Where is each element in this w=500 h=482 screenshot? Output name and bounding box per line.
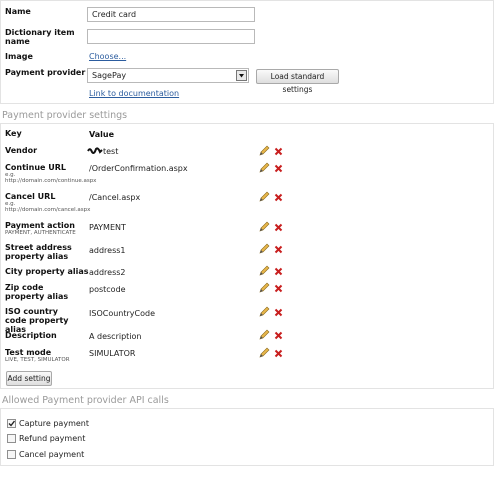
- setting-value: SIMULATOR: [89, 349, 136, 358]
- setting-key: Street address property alias: [5, 243, 72, 261]
- settings-panel: Key Value Vendor test Continue URL e.g. h…: [0, 123, 494, 389]
- setting-key: Zip code property alias: [5, 283, 69, 301]
- pencil-icon[interactable]: [259, 243, 270, 254]
- setting-value: /Cancel.aspx: [89, 193, 141, 202]
- setting-key: Vendor: [5, 146, 38, 155]
- setting-value: A description: [89, 332, 142, 341]
- setting-value: PAYMENT: [89, 223, 126, 232]
- cancel-payment-checkbox[interactable]: [7, 450, 16, 459]
- pencil-icon[interactable]: [259, 191, 270, 202]
- delete-icon[interactable]: [274, 147, 283, 156]
- pencil-icon[interactable]: [259, 282, 270, 293]
- pencil-icon[interactable]: [259, 221, 270, 232]
- setting-value: postcode: [89, 285, 126, 294]
- delete-icon[interactable]: [274, 164, 283, 173]
- capture-payment-label: Capture payment: [19, 419, 89, 428]
- value-header: Value: [89, 130, 115, 139]
- setting-key: Description: [5, 331, 57, 340]
- setting-value: /OrderConfirmation.aspx: [89, 164, 188, 173]
- dictionary-item-name-input[interactable]: [87, 29, 255, 44]
- setting-key: Test mode: [5, 348, 52, 357]
- name-label: Name: [5, 7, 31, 16]
- setting-value: address1: [89, 246, 126, 255]
- delete-icon[interactable]: [274, 308, 283, 317]
- pencil-icon[interactable]: [259, 306, 270, 317]
- general-panel: Name Credit card Dictionary item name Im…: [0, 0, 494, 104]
- payment-provider-label: Payment provider: [5, 68, 86, 77]
- setting-hint: LIVE, TEST, SIMULATOR: [5, 357, 70, 363]
- image-label: Image: [5, 52, 33, 61]
- setting-key: ISO country code property alias: [5, 307, 69, 334]
- payment-provider-select[interactable]: SagePay: [87, 68, 249, 83]
- pencil-icon[interactable]: [259, 347, 270, 358]
- name-input[interactable]: Credit card: [87, 7, 255, 22]
- refund-payment-label: Refund payment: [19, 434, 86, 443]
- setting-key: City property alias: [5, 267, 89, 276]
- payment-provider-settings-title: Payment provider settings: [2, 110, 128, 121]
- setting-value: ISOCountryCode: [89, 309, 155, 318]
- setting-hint: e.g. http://domain.com/continue.aspx: [5, 172, 97, 184]
- documentation-link[interactable]: Link to documentation: [89, 89, 179, 98]
- choose-image-link[interactable]: Choose...: [89, 52, 126, 61]
- key-header: Key: [5, 129, 22, 138]
- delete-icon[interactable]: [274, 349, 283, 358]
- delete-icon[interactable]: [274, 267, 283, 276]
- dictionary-item-name-label: Dictionary item name: [5, 28, 75, 46]
- scribble-mark: [87, 147, 103, 157]
- load-standard-settings-button[interactable]: Load standard settings: [256, 69, 339, 94]
- delete-icon[interactable]: [274, 223, 283, 232]
- setting-key: Payment action: [5, 221, 75, 230]
- setting-hint: PAYMENT, AUTHENTICATE: [5, 230, 76, 236]
- setting-key: Cancel URL: [5, 192, 56, 201]
- pencil-icon[interactable]: [259, 265, 270, 276]
- delete-icon[interactable]: [274, 245, 283, 254]
- add-setting-button[interactable]: Add setting: [6, 371, 52, 386]
- setting-key: Continue URL: [5, 163, 66, 172]
- chevron-down-icon[interactable]: [236, 70, 247, 81]
- setting-value: test: [103, 147, 119, 156]
- api-calls-panel: Capture payment Refund payment Cancel pa…: [0, 408, 494, 466]
- payment-provider-selected: SagePay: [92, 71, 127, 80]
- setting-value: address2: [89, 268, 126, 277]
- pencil-icon[interactable]: [259, 329, 270, 340]
- pencil-icon[interactable]: [259, 162, 270, 173]
- capture-payment-checkbox[interactable]: [7, 419, 16, 428]
- pencil-icon[interactable]: [259, 145, 270, 156]
- refund-payment-checkbox[interactable]: [7, 434, 16, 443]
- api-calls-title: Allowed Payment provider API calls: [2, 395, 169, 406]
- delete-icon[interactable]: [274, 284, 283, 293]
- delete-icon[interactable]: [274, 193, 283, 202]
- delete-icon[interactable]: [274, 331, 283, 340]
- setting-hint: e.g. http://domain.com/cancel.aspx: [5, 201, 91, 213]
- cancel-payment-label: Cancel payment: [19, 450, 85, 459]
